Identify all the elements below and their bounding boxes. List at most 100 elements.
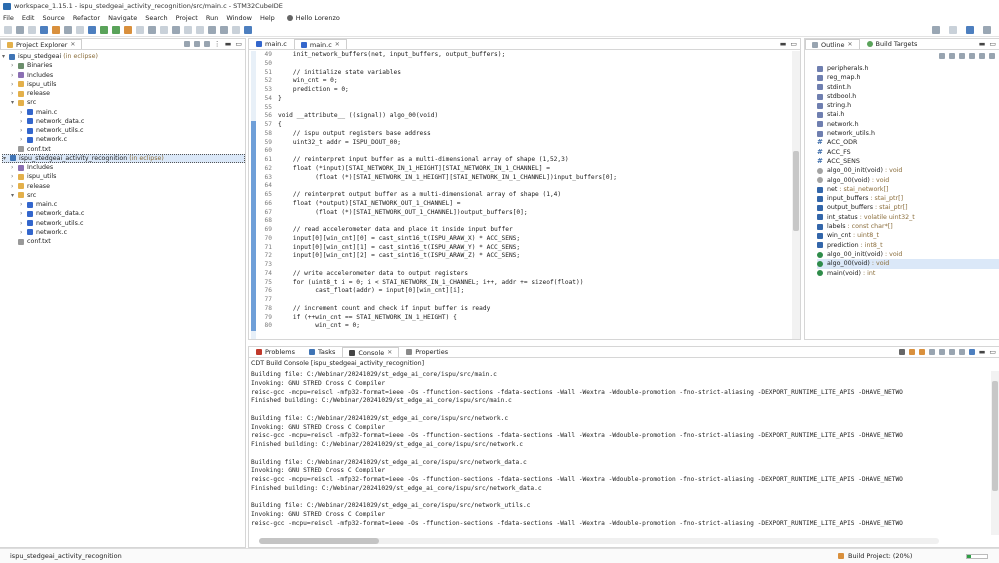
project-tree-item[interactable]: › ispu_utils bbox=[2, 80, 245, 89]
project-tree-item[interactable]: › release bbox=[2, 89, 245, 98]
chevron-down-icon[interactable]: ▾ bbox=[11, 191, 18, 200]
display-console-icon[interactable] bbox=[958, 349, 965, 355]
project-tree-item[interactable]: ▾ src bbox=[2, 191, 245, 200]
console-output[interactable]: Building file: C:/Webinar/20241029/st_ed… bbox=[251, 371, 991, 535]
project-tree-item[interactable]: › Includes bbox=[2, 71, 245, 80]
pencil-icon[interactable] bbox=[172, 25, 180, 34]
chevron-right-icon[interactable]: › bbox=[20, 219, 27, 228]
code-line[interactable]: 67 (float (*)[STAI_NETWORK_OUT_1_CHANNEL… bbox=[257, 209, 788, 218]
tab-build-targets[interactable]: Build Targets bbox=[860, 39, 925, 49]
outline-item[interactable]: stai.h bbox=[817, 110, 999, 119]
chevron-right-icon[interactable]: › bbox=[11, 163, 18, 172]
code-line[interactable]: 51 // initialize state variables bbox=[257, 69, 788, 78]
code-line[interactable]: 65 // reinterpret output buffer as a mul… bbox=[257, 191, 788, 200]
code-line[interactable]: 71 input[0][win_cnt][1] = cast_sint16_t(… bbox=[257, 244, 788, 253]
remove-launch-icon[interactable] bbox=[908, 349, 915, 355]
outline-item[interactable]: input_buffers: stai_ptr[] bbox=[817, 194, 999, 203]
task-icon[interactable] bbox=[160, 25, 168, 34]
chevron-down-icon[interactable]: ▾ bbox=[11, 98, 18, 107]
chevron-right-icon[interactable]: › bbox=[11, 80, 18, 89]
info-icon[interactable] bbox=[244, 25, 252, 34]
outline-item[interactable]: prediction: int8_t bbox=[817, 241, 999, 250]
outline-item[interactable]: net: stai_network[] bbox=[817, 185, 999, 194]
pin-icon[interactable] bbox=[232, 25, 240, 34]
code-line[interactable]: 73 bbox=[257, 261, 788, 270]
pin-console-icon[interactable] bbox=[948, 349, 955, 355]
debug-icon[interactable] bbox=[100, 25, 108, 34]
project-tree-item[interactable]: › network_data.c bbox=[2, 209, 245, 218]
clean-icon[interactable] bbox=[64, 25, 72, 34]
new-icon[interactable] bbox=[4, 25, 12, 34]
project-tree-item[interactable]: › main.c bbox=[2, 200, 245, 209]
build-icon[interactable] bbox=[40, 25, 48, 34]
minimize-icon[interactable]: ▬ bbox=[979, 348, 986, 356]
open-type-icon[interactable] bbox=[148, 25, 156, 34]
code-line[interactable]: 70 input[0][win_cnt][0] = cast_sint16_t(… bbox=[257, 235, 788, 244]
code-line[interactable]: 59 uint32_t addr = ISPU_DOUT_00; bbox=[257, 139, 788, 148]
tab-main-c-2[interactable]: main.c ✕ bbox=[293, 39, 347, 49]
console-hscrollbar[interactable] bbox=[259, 538, 939, 544]
outline-item[interactable]: algo_00_init(void): void bbox=[817, 250, 999, 259]
close-icon[interactable]: ✕ bbox=[335, 41, 340, 48]
external-tools-icon[interactable] bbox=[124, 25, 132, 34]
project-tree-item[interactable]: › network_utils.c bbox=[2, 126, 245, 135]
outline-item[interactable]: peripherals.h bbox=[817, 64, 999, 73]
outline-item[interactable]: output_buffers: stai_ptr[] bbox=[817, 203, 999, 212]
annotation-prev-icon[interactable] bbox=[196, 25, 204, 34]
build-status[interactable]: Build Project: (20%) bbox=[838, 552, 912, 560]
code-line[interactable]: 54} bbox=[257, 95, 788, 104]
menu-source[interactable]: Source bbox=[42, 14, 64, 22]
menu-search[interactable]: Search bbox=[145, 14, 167, 22]
save-icon[interactable] bbox=[16, 25, 24, 34]
console-scrollbar[interactable] bbox=[991, 371, 999, 535]
project-tree-item[interactable]: › ispu_utils bbox=[2, 172, 245, 181]
outline-item[interactable]: # ACC_FS bbox=[817, 148, 999, 157]
menu-run[interactable]: Run bbox=[206, 14, 218, 22]
console-scrollbar-thumb[interactable] bbox=[992, 381, 998, 491]
chevron-right-icon[interactable]: › bbox=[11, 89, 18, 98]
chevron-right-icon[interactable]: › bbox=[11, 172, 18, 181]
code-line[interactable]: 79 if (++win_cnt == STAI_NETWORK_IN_1_HE… bbox=[257, 314, 788, 323]
console-hscrollbar-thumb[interactable] bbox=[259, 538, 379, 544]
cpp-perspective-icon[interactable] bbox=[966, 26, 974, 34]
outline-item[interactable]: stdbool.h bbox=[817, 92, 999, 101]
minimize-icon[interactable]: ▬ bbox=[979, 40, 986, 48]
minimize-icon[interactable]: ▬ bbox=[780, 40, 787, 48]
link-editor-icon[interactable] bbox=[193, 41, 200, 47]
back-icon[interactable] bbox=[208, 25, 216, 34]
code-area[interactable]: 49 init_network_buffers(net, input_buffe… bbox=[257, 51, 788, 339]
project-tree-item[interactable]: ▾ ispu_stedgeai_activity_recognition (in e… bbox=[2, 153, 245, 163]
code-line[interactable]: 58 // ispu output registers base address bbox=[257, 130, 788, 139]
code-line[interactable]: 52 win_cnt = 0; bbox=[257, 77, 788, 86]
cube-icon[interactable] bbox=[88, 25, 96, 34]
close-icon[interactable]: ✕ bbox=[387, 349, 392, 356]
device-icon[interactable] bbox=[76, 25, 84, 34]
code-line[interactable]: 72 input[0][win_cnt][2] = cast_sint16_t(… bbox=[257, 252, 788, 261]
project-tree-item[interactable]: › main.c bbox=[2, 108, 245, 117]
maximize-icon[interactable]: ▭ bbox=[790, 40, 797, 48]
clear-console-icon[interactable] bbox=[918, 349, 925, 355]
project-tree-item[interactable]: › network.c bbox=[2, 228, 245, 237]
project-tree-item[interactable]: conf.txt bbox=[2, 237, 245, 246]
project-tree-item[interactable]: › Includes bbox=[2, 163, 245, 172]
chevron-right-icon[interactable]: › bbox=[11, 61, 18, 70]
chevron-down-icon[interactable]: ▾ bbox=[3, 154, 10, 163]
outline-item[interactable]: int_status: volatile uint32_t bbox=[817, 213, 999, 222]
project-tree-item[interactable]: › release bbox=[2, 182, 245, 191]
code-line[interactable]: 61 // reinterpret input buffer as a mult… bbox=[257, 156, 788, 165]
code-line[interactable]: 64 bbox=[257, 182, 788, 191]
menu-window[interactable]: Window bbox=[226, 14, 252, 22]
code-line[interactable]: 53 prediction = 0; bbox=[257, 86, 788, 95]
tab-outline[interactable]: Outline ✕ bbox=[805, 39, 860, 49]
debug-perspective-icon[interactable] bbox=[983, 26, 991, 34]
menu-project[interactable]: Project bbox=[176, 14, 198, 22]
outline-item[interactable]: labels: const char*[] bbox=[817, 222, 999, 231]
minimize-icon[interactable]: ▬ bbox=[225, 40, 232, 48]
chevron-right-icon[interactable]: › bbox=[20, 209, 27, 218]
outline-item[interactable]: win_cnt: uint8_t bbox=[817, 231, 999, 240]
chevron-right-icon[interactable]: › bbox=[20, 135, 27, 144]
code-line[interactable]: 69 // read accelerometer data and place … bbox=[257, 226, 788, 235]
hide-static-icon[interactable] bbox=[959, 53, 965, 59]
tab-console[interactable]: Console ✕ bbox=[342, 347, 400, 357]
tab-properties[interactable]: Properties bbox=[399, 347, 455, 357]
